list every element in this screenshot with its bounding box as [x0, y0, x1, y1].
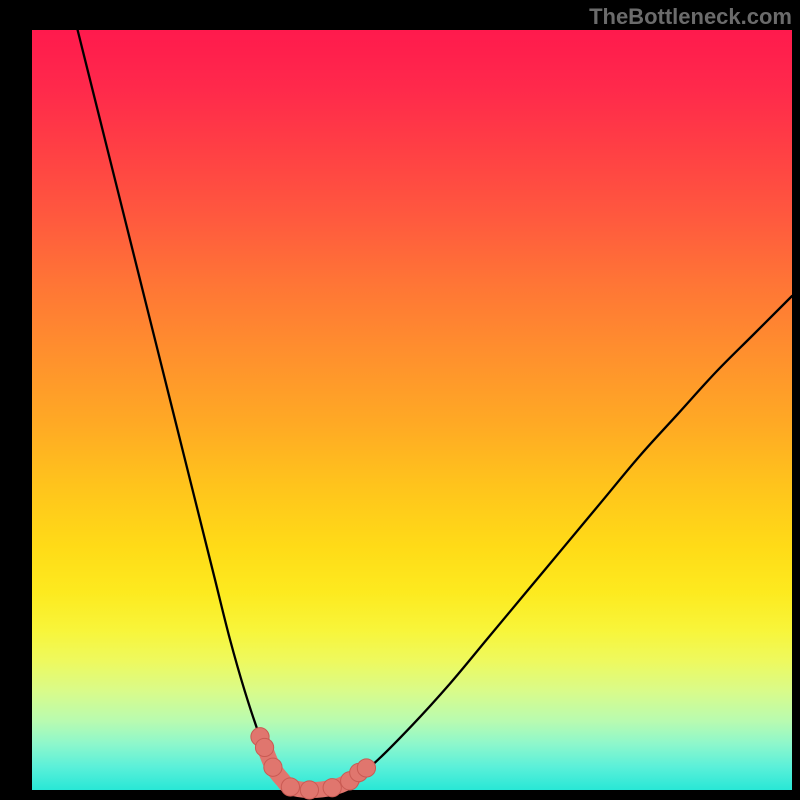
curve-layer	[0, 0, 800, 800]
chart-stage: TheBottleneck.com	[0, 0, 800, 800]
valley-marker-5	[323, 779, 341, 797]
valley-marker-2	[264, 758, 282, 776]
valley-marker-8	[357, 759, 375, 777]
valley-marker-4	[300, 781, 318, 799]
watermark-text: TheBottleneck.com	[589, 4, 792, 30]
valley-marker-3	[281, 778, 299, 796]
series-right-branch	[336, 296, 792, 787]
valley-marker-1	[255, 738, 273, 756]
series-left-branch	[78, 30, 291, 787]
